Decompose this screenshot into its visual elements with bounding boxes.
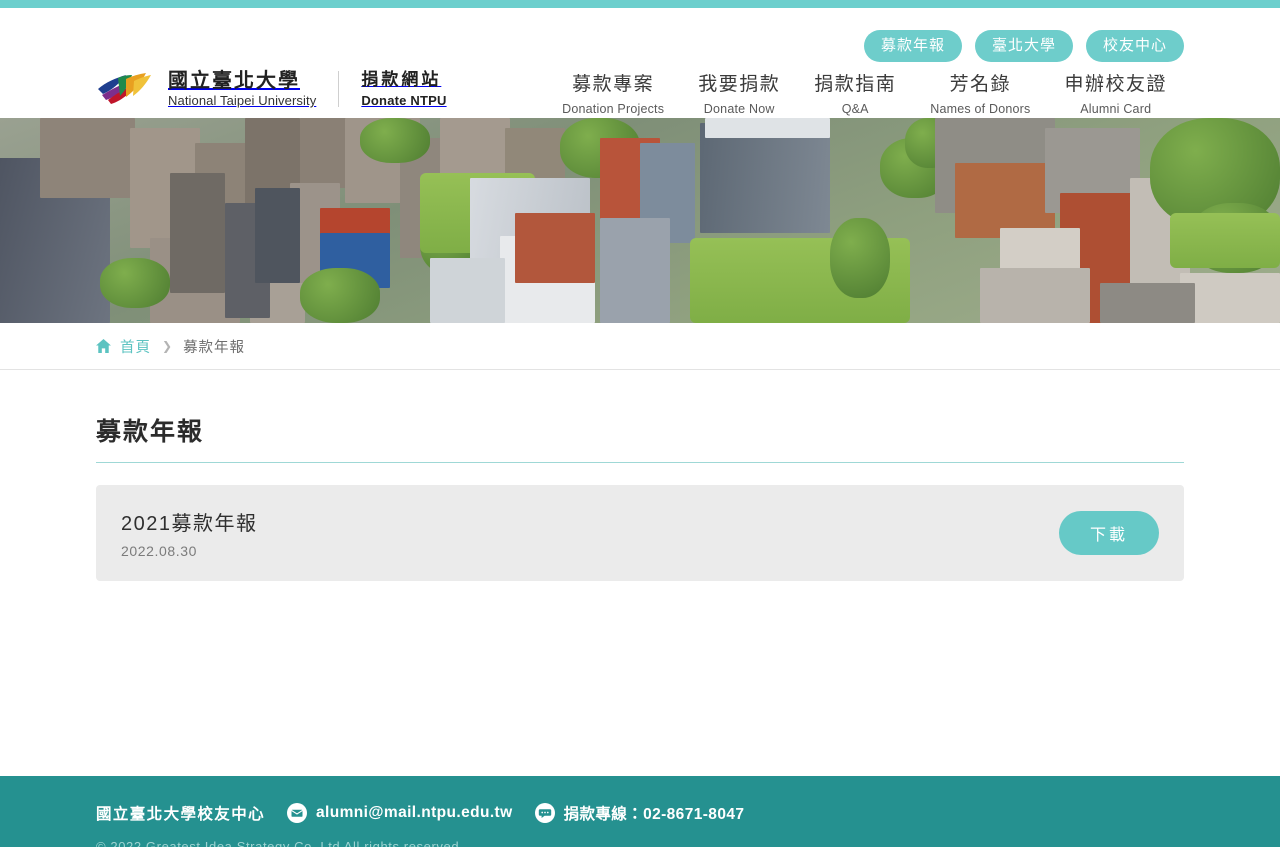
main-content: 募款年報 2021募款年報 2022.08.30 下載 <box>0 370 1280 776</box>
footer-email-text: alumni@mail.ntpu.edu.tw <box>316 804 513 821</box>
nav-label-en: Names of Donors <box>930 101 1031 116</box>
nav-item-names-of-donors[interactable]: 芳名錄 Names of Donors <box>913 72 1047 116</box>
pill-ntpu[interactable]: 臺北大學 <box>974 30 1073 62</box>
footer-contact-row: 國立臺北大學校友中心 alumni@mail.ntpu.edu.tw 捐款專線：… <box>96 802 1184 824</box>
breadcrumb-separator: ❯ <box>162 339 173 353</box>
main-navigation: 募款專案 Donation Projects 我要捐款 Donate Now 捐… <box>545 72 1184 116</box>
brand-site-en: Donate NTPU <box>361 92 447 108</box>
nav-item-qa[interactable]: 捐款指南 Q&A <box>797 72 913 116</box>
brand-site-cn: 捐款網站 <box>361 70 442 90</box>
list-item: 2021募款年報 2022.08.30 下載 <box>96 485 1184 581</box>
hero-banner <box>0 118 1280 323</box>
nav-item-donate-now[interactable]: 我要捐款 Donate Now <box>681 72 797 116</box>
nav-label-cn: 芳名錄 <box>949 74 1012 95</box>
brand-logo-link[interactable]: 國立臺北大學 National Taipei University 捐款網站 D… <box>96 70 447 109</box>
nav-label-en: Donate Now <box>703 101 775 116</box>
breadcrumb-bar: 首頁 ❯ 募款年報 <box>0 323 1280 370</box>
pill-alumni-center[interactable]: 校友中心 <box>1085 30 1184 62</box>
nav-label-cn: 捐款指南 <box>814 74 897 95</box>
footer-org-name: 國立臺北大學校友中心 <box>96 806 266 823</box>
brand-name-en: National Taipei University <box>168 93 317 108</box>
footer-email-link[interactable]: alumni@mail.ntpu.edu.tw <box>287 803 513 823</box>
footer-copyright: © 2022 Greatest Idea Strategy Co.,Ltd Al… <box>96 839 464 847</box>
report-date: 2022.08.30 <box>121 543 198 559</box>
breadcrumb-current: 募款年報 <box>183 339 246 356</box>
brand-divider <box>338 71 340 108</box>
speech-bubble-icon <box>534 803 555 823</box>
report-title: 2021募款年報 <box>121 513 258 535</box>
envelope-icon <box>287 803 308 823</box>
nav-label-en: Q&A <box>841 101 869 116</box>
brand-wordmark: 國立臺北大學 National Taipei University <box>168 70 316 109</box>
download-button[interactable]: 下載 <box>1059 511 1159 555</box>
footer-phone-text: 捐款專線：02-8671-8047 <box>563 806 745 823</box>
brand-name-cn: 國立臺北大學 <box>168 70 300 92</box>
nav-item-donation-projects[interactable]: 募款專案 Donation Projects <box>545 72 681 116</box>
site-footer: 國立臺北大學校友中心 alumni@mail.ntpu.edu.tw 捐款專線：… <box>0 776 1280 847</box>
breadcrumb: 首頁 ❯ 募款年報 <box>96 336 245 357</box>
report-info: 2021募款年報 2022.08.30 <box>121 507 258 559</box>
content-spacer <box>96 581 1184 776</box>
footer-phone-link[interactable]: 捐款專線：02-8671-8047 <box>534 802 745 824</box>
page-title-wrap: 募款年報 <box>96 370 1184 463</box>
nav-label-cn: 我要捐款 <box>698 74 781 95</box>
brand-site-title: 捐款網站 Donate NTPU <box>361 70 446 108</box>
breadcrumb-home-link[interactable]: 首頁 <box>120 336 151 357</box>
page-title: 募款年報 <box>96 418 205 446</box>
nav-label-en: Donation Projects <box>562 101 665 116</box>
ntpu-logo-icon <box>98 73 151 105</box>
home-icon <box>96 339 111 353</box>
nav-item-alumni-card[interactable]: 申辦校友證 Alumni Card <box>1047 72 1184 116</box>
site-header: 募款年報 臺北大學 校友中心 國立臺北大學 National Taipei Un… <box>0 8 1280 118</box>
quick-links: 募款年報 臺北大學 校友中心 <box>863 30 1184 62</box>
pill-annual-report[interactable]: 募款年報 <box>863 30 962 62</box>
top-accent-bar <box>0 0 1280 8</box>
nav-label-en: Alumni Card <box>1080 101 1152 116</box>
nav-label-cn: 募款專案 <box>572 74 655 95</box>
campus-aerial-photo <box>0 118 1280 323</box>
nav-label-cn: 申辦校友證 <box>1064 74 1167 95</box>
